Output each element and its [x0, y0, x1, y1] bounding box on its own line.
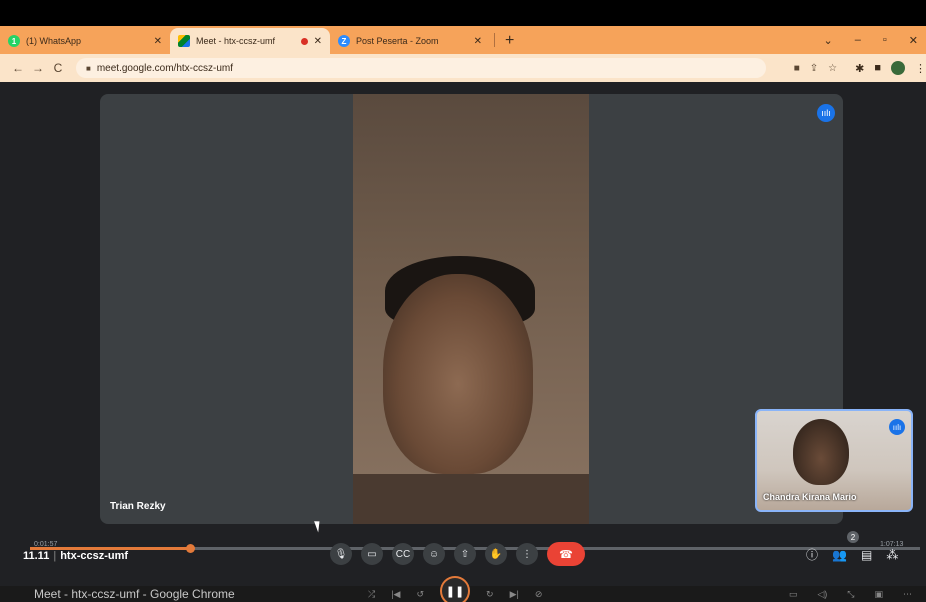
top-black-bar	[0, 0, 926, 26]
raise-hand-button[interactable]: ✋	[485, 543, 507, 565]
current-time: 11.11	[23, 550, 50, 562]
tab-search-icon[interactable]: ⌄	[824, 34, 833, 47]
meeting-clock: 11.11 | htx-ccsz-umf	[23, 550, 129, 562]
video-shirt	[353, 474, 589, 524]
url-text: meet.google.com/htx-ccsz-umf	[96, 62, 234, 74]
forward-30-icon[interactable]: ↻	[486, 589, 494, 600]
tab-title: Meet - htx-ccsz-umf	[196, 36, 276, 46]
video-face	[383, 274, 533, 474]
subtitles-icon[interactable]: ▭	[789, 589, 798, 600]
self-view-tile[interactable]: ıılı Chandra Kirana Mario	[755, 409, 913, 512]
close-icon[interactable]: ✕	[474, 36, 482, 47]
close-window-icon[interactable]: ✕	[909, 34, 918, 47]
address-bar: ← → C ■ meet.google.com/htx-ccsz-umf ■ ⇪…	[0, 54, 926, 82]
speaking-indicator-icon: ıılı	[889, 419, 905, 435]
whatsapp-icon: 1	[8, 35, 20, 47]
captions-button[interactable]: CC	[392, 543, 414, 565]
meet-stage: ıılı Trian Rezky ıılı Chandra Kirana Mar…	[0, 82, 926, 586]
close-icon[interactable]: ✕	[314, 36, 322, 47]
participant-video	[353, 94, 589, 524]
main-participant-tile[interactable]: ıılı Trian Rezky	[100, 94, 843, 524]
bookmark-star-icon[interactable]: ☆	[828, 63, 837, 74]
player-right-controls: ▭ ◁) ⤡ ▣ ⋯	[789, 586, 912, 602]
minimize-view-icon[interactable]: ⤡	[847, 589, 854, 600]
rewind-10-icon[interactable]: ↺	[416, 589, 424, 600]
volume-icon[interactable]: ◁)	[817, 589, 827, 600]
share-icon[interactable]: ⇪	[810, 63, 818, 74]
tab-strip: 1 (1) WhatsApp ✕ Meet - htx-ccsz-umf ✕ Z…	[0, 26, 926, 54]
back-icon[interactable]: ←	[8, 61, 28, 75]
microphone-button[interactable]: 🎙	[330, 543, 352, 565]
camera-indicator-icon[interactable]: ■	[794, 63, 800, 74]
chat-icon[interactable]: ▤	[861, 548, 872, 562]
present-screen-button[interactable]: ⇧	[454, 543, 476, 565]
tab-zoom[interactable]: Z Post Peserta - Zoom ✕	[330, 28, 490, 54]
tab-title: Post Peserta - Zoom	[356, 36, 439, 46]
meeting-code: htx-ccsz-umf	[60, 550, 129, 562]
repeat-off-icon[interactable]: ⊘	[535, 589, 543, 600]
more-options-button[interactable]: ⋮	[516, 543, 538, 565]
activities-icon[interactable]: ⁂	[886, 548, 898, 562]
forward-icon[interactable]: →	[28, 61, 48, 75]
menu-kebab-icon[interactable]: ⋮	[915, 62, 926, 75]
previous-icon[interactable]: |◀	[391, 589, 400, 600]
side-panel-controls: ⓘ 👥 ▤ ⁂	[806, 546, 898, 563]
url-field[interactable]: ■ meet.google.com/htx-ccsz-umf	[76, 58, 766, 78]
self-video-face	[793, 419, 849, 485]
tab-whatsapp[interactable]: 1 (1) WhatsApp ✕	[0, 28, 170, 54]
more-icon[interactable]: ⋯	[903, 589, 912, 600]
tab-divider	[494, 33, 495, 47]
media-controls: ⤮ |◀ ↺ ❚❚ ↻ ▶| ⊘	[368, 576, 543, 602]
taskbar: Meet - htx-ccsz-umf - Google Chrome ⤮ |◀…	[0, 576, 926, 602]
omnibox-icons: ■ ⇪ ☆	[794, 63, 845, 74]
people-icon[interactable]: 👥	[832, 548, 847, 562]
meeting-details-icon[interactable]: ⓘ	[806, 546, 818, 563]
pause-button[interactable]: ❚❚	[440, 576, 471, 602]
next-icon[interactable]: ▶|	[510, 589, 519, 600]
seekbar-handle[interactable]	[186, 544, 196, 553]
camera-button[interactable]: ▭	[361, 543, 383, 565]
new-tab-button[interactable]: +	[505, 28, 514, 54]
cast-icon[interactable]: ▣	[874, 589, 883, 600]
restore-icon[interactable]: ▫	[883, 34, 887, 46]
zoom-icon: Z	[338, 35, 350, 47]
speaking-indicator-icon: ıılı	[817, 104, 835, 122]
profile-avatar[interactable]	[891, 61, 905, 75]
tab-title: (1) WhatsApp	[26, 36, 82, 46]
call-control-buttons: 🎙 ▭ CC ☺ ⇧ ✋ ⋮ ☎	[330, 542, 585, 566]
close-icon[interactable]: ✕	[154, 36, 162, 47]
minimize-icon[interactable]: –	[855, 34, 861, 46]
participant-name: Trian Rezky	[110, 501, 166, 512]
extension-icons: ✱ ■ ⋮	[855, 61, 926, 75]
elapsed-time: 0:01:57	[34, 541, 58, 548]
taskbar-window-title: Meet - htx-ccsz-umf - Google Chrome	[34, 587, 235, 601]
window-controls: ⌄ – ▫ ✕	[824, 26, 926, 54]
meet-icon	[178, 35, 190, 47]
emoji-reactions-button[interactable]: ☺	[423, 543, 445, 565]
tab-meet[interactable]: Meet - htx-ccsz-umf ✕	[170, 28, 330, 54]
self-participant-name: Chandra Kirana Mario	[763, 492, 857, 502]
side-panel-icon[interactable]: ■	[874, 62, 881, 74]
extensions-puzzle-icon[interactable]: ✱	[855, 62, 864, 75]
shuffle-icon[interactable]: ⤮	[368, 589, 375, 600]
people-count-badge: 2	[847, 531, 859, 543]
reload-icon[interactable]: C	[48, 61, 68, 75]
lock-icon: ■	[86, 63, 91, 73]
meeting-controls: 0:01:57 1:07:13 11.11 | htx-ccsz-umf 🎙 ▭ C…	[0, 526, 926, 586]
end-call-button[interactable]: ☎	[547, 542, 585, 566]
recording-dot-icon	[300, 37, 308, 45]
